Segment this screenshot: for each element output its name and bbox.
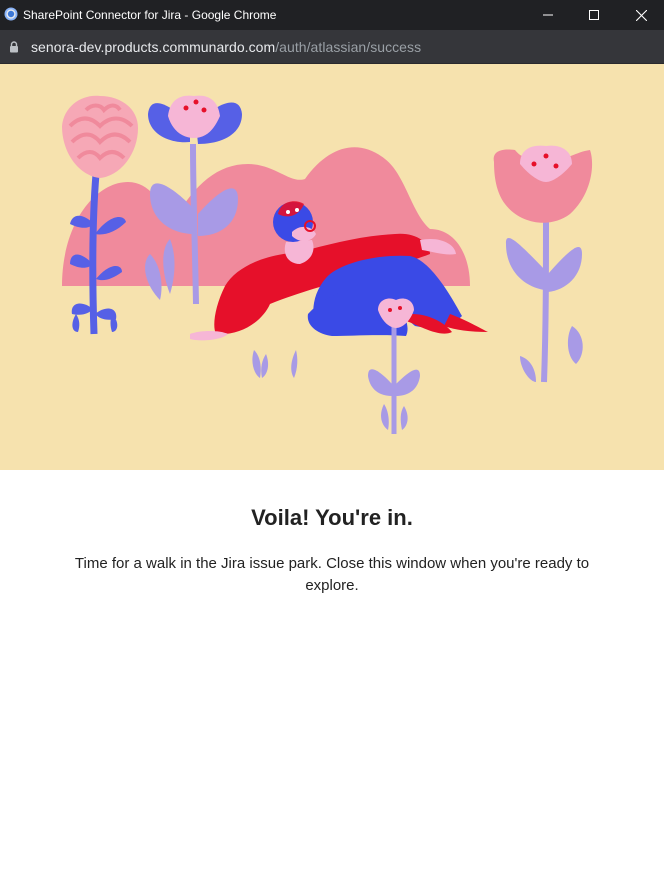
close-icon: [635, 9, 647, 21]
url-text[interactable]: senora-dev.products.communardo.com/auth/…: [31, 39, 421, 55]
maximize-button[interactable]: [571, 0, 617, 30]
window-titlebar[interactable]: SharePoint Connector for Jira - Google C…: [0, 0, 664, 30]
page-content: Voila! You're in. Time for a walk in the…: [0, 64, 664, 890]
url-host: senora-dev.products.communardo.com: [31, 39, 276, 55]
minimize-icon: [543, 14, 553, 16]
lock-icon: [10, 41, 18, 53]
address-bar[interactable]: senora-dev.products.communardo.com/auth/…: [0, 30, 664, 64]
page-message: Time for a walk in the Jira issue park. …: [74, 555, 590, 594]
maximize-icon: [589, 10, 599, 20]
minimize-button[interactable]: [525, 0, 571, 30]
pink-tulip-right: [493, 145, 593, 383]
ground-sprouts: [252, 350, 298, 378]
hero-illustration: [0, 64, 664, 470]
close-button[interactable]: [618, 0, 664, 30]
chrome-app-icon: [4, 7, 18, 21]
window-title: SharePoint Connector for Jira - Google C…: [23, 8, 277, 22]
page-heading: Voila! You're in.: [251, 505, 413, 530]
url-path: /auth/atlassian/success: [275, 39, 422, 55]
